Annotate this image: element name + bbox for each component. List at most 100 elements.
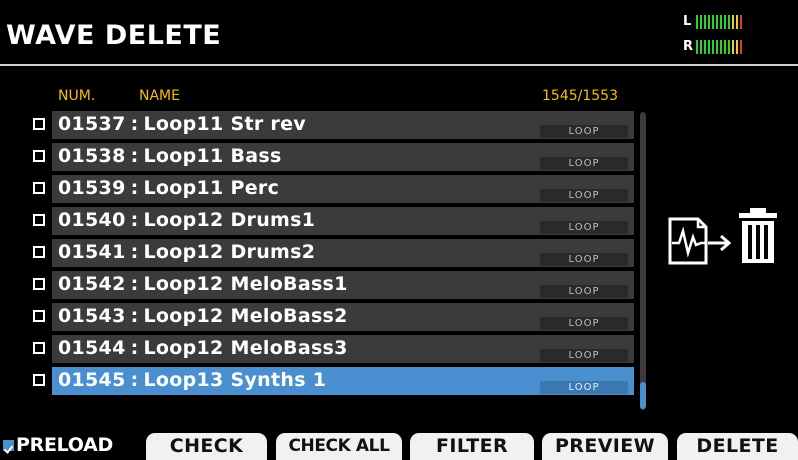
- wave-row-bar[interactable]: 01539: Loop11 Perc LOOP: [52, 175, 634, 203]
- list-item[interactable]: 01540: Loop12 Drums1 LOOP: [0, 206, 640, 236]
- wave-name: Loop12 Drums1: [143, 209, 316, 231]
- list-item[interactable]: 01541: Loop12 Drums2 LOOP: [0, 238, 640, 268]
- wave-number: 01545: [58, 369, 126, 391]
- meter-segment: [740, 40, 742, 54]
- wave-row-text: 01545: Loop13 Synths 1: [58, 369, 326, 391]
- list-item[interactable]: 01542: Loop12 MeloBass1 LOOP: [0, 270, 640, 300]
- meter-segment: [712, 40, 714, 54]
- wave-separator: :: [130, 305, 139, 327]
- column-header-name: NAME: [139, 88, 180, 104]
- meter-segment: [704, 15, 706, 29]
- list-item[interactable]: 01538: Loop11 Bass LOOP: [0, 142, 640, 172]
- preview-button[interactable]: PREVIEW: [542, 433, 668, 460]
- wave-row-text: 01543: Loop12 MeloBass2: [58, 305, 348, 327]
- meter-segment: [716, 15, 718, 29]
- wave-name: Loop11 Perc: [143, 177, 280, 199]
- scrollbar-thumb[interactable]: [640, 382, 646, 409]
- wave-row-bar[interactable]: 01542: Loop12 MeloBass1 LOOP: [52, 271, 634, 299]
- row-checkbox[interactable]: [33, 182, 45, 194]
- row-checkbox[interactable]: [33, 246, 45, 258]
- meter-right-bars: [696, 40, 742, 54]
- wave-separator: :: [130, 145, 139, 167]
- wave-separator: :: [130, 273, 139, 295]
- meter-segment: [704, 40, 706, 54]
- wave-separator: :: [130, 113, 139, 135]
- footer-toolbar: PRELOAD CHECK CHECK ALL FILTER PREVIEW D…: [0, 430, 798, 460]
- wave-row-bar[interactable]: 01545: Loop13 Synths 1 LOOP: [52, 367, 634, 395]
- meter-segment: [720, 15, 722, 29]
- wave-row-text: 01540: Loop12 Drums1: [58, 209, 315, 231]
- row-checkbox[interactable]: [33, 310, 45, 322]
- wave-row-bar[interactable]: 01537: Loop11 Str rev LOOP: [52, 111, 634, 139]
- preload-toggle[interactable]: PRELOAD: [3, 433, 113, 457]
- meter-segment: [732, 15, 734, 29]
- level-meter-left: L: [683, 14, 783, 30]
- row-checkbox[interactable]: [33, 278, 45, 290]
- meter-segment: [712, 15, 714, 29]
- wave-separator: :: [130, 369, 139, 391]
- wave-row-text: 01537: Loop11 Str rev: [58, 113, 306, 135]
- meter-segment: [696, 40, 698, 54]
- list-item[interactable]: 01537: Loop11 Str rev LOOP: [0, 110, 640, 140]
- row-checkbox[interactable]: [33, 342, 45, 354]
- wave-type-tag: LOOP: [540, 317, 628, 330]
- wave-number: 01543: [58, 305, 126, 327]
- wave-to-trash-icon: [668, 205, 786, 265]
- check-button[interactable]: CHECK: [146, 433, 267, 460]
- wave-number: 01541: [58, 241, 126, 263]
- scrollbar-track[interactable]: [640, 112, 646, 410]
- wave-row-text: 01541: Loop12 Drums2: [58, 241, 315, 263]
- column-header-num: NUM.: [58, 88, 96, 104]
- header-divider: [0, 64, 798, 66]
- check-all-button[interactable]: CHECK ALL: [276, 433, 402, 460]
- meter-segment: [696, 15, 698, 29]
- wave-type-tag: LOOP: [540, 349, 628, 362]
- filter-button[interactable]: FILTER: [410, 433, 534, 460]
- preload-label: PRELOAD: [16, 434, 113, 456]
- meter-segment: [716, 40, 718, 54]
- wave-number: 01537: [58, 113, 126, 135]
- preload-checkbox[interactable]: [3, 439, 14, 454]
- meter-segment: [700, 40, 702, 54]
- wave-row-bar[interactable]: 01538: Loop11 Bass LOOP: [52, 143, 634, 171]
- delete-button[interactable]: DELETE: [677, 433, 798, 460]
- wave-number: 01539: [58, 177, 126, 199]
- wave-row-bar[interactable]: 01540: Loop12 Drums1 LOOP: [52, 207, 634, 235]
- wave-row-bar[interactable]: 01541: Loop12 Drums2 LOOP: [52, 239, 634, 267]
- wave-name: Loop12 MeloBass1: [143, 273, 348, 295]
- meter-segment: [736, 15, 738, 29]
- row-checkbox[interactable]: [33, 118, 45, 130]
- meter-left-label: L: [683, 14, 692, 29]
- row-checkbox[interactable]: [33, 214, 45, 226]
- wave-number: 01542: [58, 273, 126, 295]
- meter-segment: [700, 15, 702, 29]
- list-item[interactable]: 01539: Loop11 Perc LOOP: [0, 174, 640, 204]
- meter-segment: [708, 40, 710, 54]
- meter-segment: [740, 15, 742, 29]
- wave-separator: :: [130, 209, 139, 231]
- list-item[interactable]: 01543: Loop12 MeloBass2 LOOP: [0, 302, 640, 332]
- wave-separator: :: [130, 177, 139, 199]
- row-checkbox[interactable]: [33, 150, 45, 162]
- wave-name: Loop11 Bass: [143, 145, 282, 167]
- level-meter-right: R: [683, 39, 783, 55]
- meter-segment: [728, 15, 730, 29]
- wave-number: 01544: [58, 337, 126, 359]
- row-checkbox[interactable]: [33, 374, 45, 386]
- wave-type-tag: LOOP: [540, 125, 628, 138]
- page-title: WAVE DELETE: [6, 20, 222, 51]
- meter-segment: [708, 15, 710, 29]
- list-item[interactable]: 01544: Loop12 MeloBass3 LOOP: [0, 334, 640, 364]
- wave-row-bar[interactable]: 01544: Loop12 MeloBass3 LOOP: [52, 335, 634, 363]
- wave-type-tag: LOOP: [540, 381, 628, 394]
- header: WAVE DELETE L R: [0, 0, 798, 64]
- checkmark-icon: [3, 444, 14, 454]
- list-item[interactable]: 01545: Loop13 Synths 1 LOOP: [0, 366, 640, 396]
- wave-name: Loop12 Drums2: [143, 241, 316, 263]
- wave-name: Loop12 MeloBass2: [143, 305, 348, 327]
- wave-counter: 1545/1553: [542, 88, 618, 104]
- meter-segment: [724, 15, 726, 29]
- wave-row-bar[interactable]: 01543: Loop12 MeloBass2 LOOP: [52, 303, 634, 331]
- wave-separator: :: [130, 337, 139, 359]
- meter-segment: [728, 40, 730, 54]
